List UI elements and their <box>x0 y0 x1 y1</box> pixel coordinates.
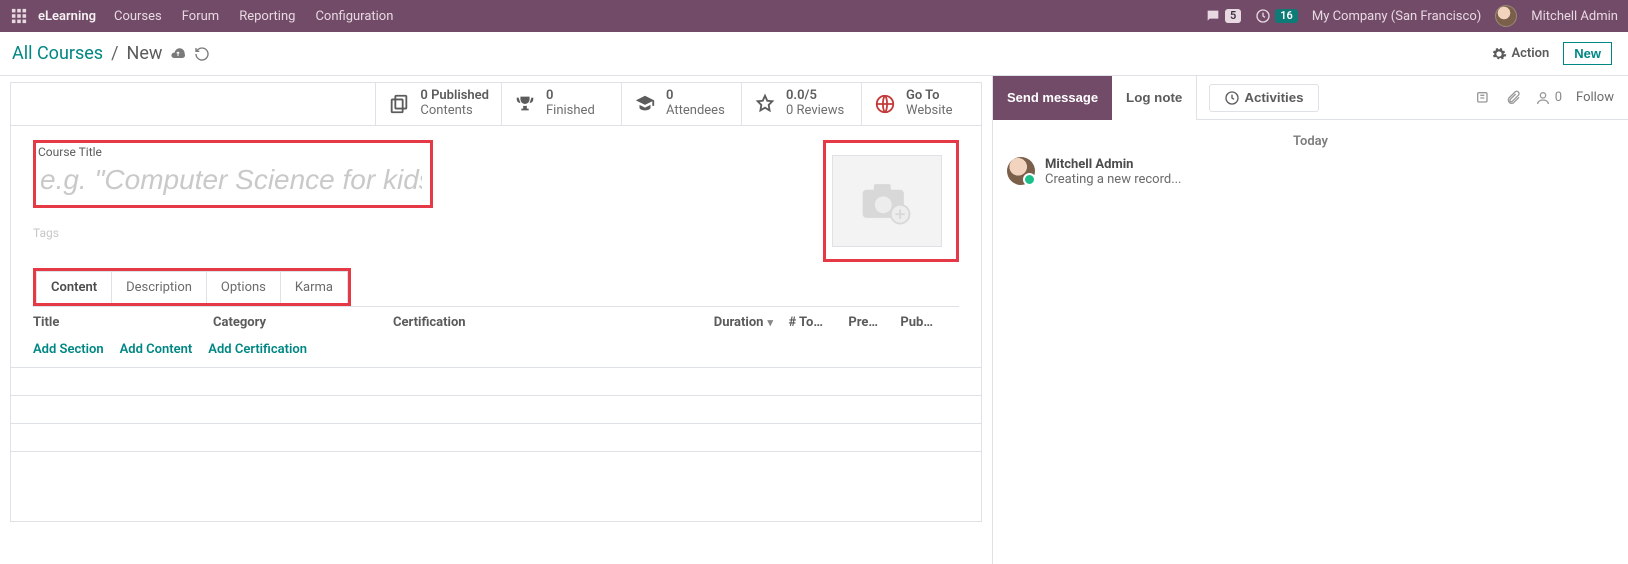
tab-options[interactable]: Options <box>207 272 281 303</box>
action-menu[interactable]: Action <box>1491 46 1549 62</box>
clock-icon <box>1255 8 1271 24</box>
trophy-icon <box>514 93 536 115</box>
log-note-button[interactable]: Log note <box>1112 76 1197 120</box>
company-switcher[interactable]: My Company (San Francisco) <box>1312 9 1481 24</box>
control-panel: All Courses / New Action New <box>0 32 1628 76</box>
chatter-toolbar: Send message Log note Activities 0 <box>993 76 1628 120</box>
menu-reporting[interactable]: Reporting <box>239 9 295 24</box>
annotation-course-image <box>823 140 959 262</box>
breadcrumb: All Courses / New <box>12 43 210 64</box>
search-messages-icon[interactable] <box>1475 90 1491 106</box>
course-title-label: Course Title <box>38 145 424 159</box>
col-publish: Pub… <box>900 315 933 330</box>
course-image-upload[interactable] <box>832 155 942 247</box>
add-section-link[interactable]: Add Section <box>33 342 104 357</box>
stat-attendees-line2: Attendees <box>666 104 725 119</box>
attachment-icon[interactable] <box>1505 90 1521 106</box>
add-content-link[interactable]: Add Content <box>120 342 193 357</box>
stat-buttons: 0 Published Contents 0 Finished <box>11 83 981 126</box>
breadcrumb-root[interactable]: All Courses <box>12 43 103 64</box>
tab-karma[interactable]: Karma <box>281 272 347 303</box>
copy-icon <box>388 93 410 115</box>
camera-plus-icon <box>857 177 917 225</box>
col-total: # To… <box>788 315 823 330</box>
star-icon <box>754 93 776 115</box>
stat-finished-line2: Finished <box>546 104 595 119</box>
action-menu-label: Action <box>1511 46 1549 61</box>
discard-icon[interactable] <box>194 46 210 62</box>
stat-published-line2: Contents <box>420 104 489 119</box>
col-certification: Certification <box>393 315 703 330</box>
avatar <box>1495 5 1517 27</box>
log-text: Creating a new record... <box>1045 172 1182 187</box>
col-duration: Duration <box>714 315 764 330</box>
activities-button[interactable]: Activities <box>1209 84 1318 112</box>
stat-reviews-line2: 0 Reviews <box>786 104 844 119</box>
course-title-input[interactable] <box>38 163 424 197</box>
form-sheet: 0 Published Contents 0 Finished <box>10 82 982 522</box>
tab-description[interactable]: Description <box>112 272 207 303</box>
stat-reviews[interactable]: 0.0/5 0 Reviews <box>741 83 861 125</box>
chatter: Send message Log note Activities 0 <box>992 76 1628 564</box>
stat-website-line2: Website <box>906 104 953 119</box>
graduation-cap-icon <box>634 93 656 115</box>
user-menu[interactable]: Mitchell Admin <box>1531 9 1618 24</box>
menu-courses[interactable]: Courses <box>114 9 162 24</box>
log-author: Mitchell Admin <box>1045 157 1182 172</box>
discuss-badge: 5 <box>1225 9 1241 23</box>
annotation-tabs: Content Description Options Karma <box>33 268 351 306</box>
stat-attendees[interactable]: 0 Attendees <box>621 83 741 125</box>
stat-reviews-line1: 0.0/5 <box>786 89 844 104</box>
stat-published-contents[interactable]: 0 Published Contents <box>375 83 501 125</box>
send-message-button[interactable]: Send message <box>993 76 1112 120</box>
gear-icon <box>1491 46 1507 62</box>
chatter-date-separator: Today <box>993 134 1628 149</box>
follow-button[interactable]: Follow <box>1576 90 1614 105</box>
stat-goto-website[interactable]: Go To Website <box>861 83 981 125</box>
col-preview: Pre… <box>848 315 878 330</box>
add-certification-link[interactable]: Add Certification <box>208 342 307 357</box>
stat-attendees-line1: 0 <box>666 89 725 104</box>
discuss-button[interactable]: 5 <box>1205 8 1241 24</box>
chevron-down-icon[interactable]: ▾ <box>767 316 773 329</box>
stat-published-line1: 0 Published <box>420 89 489 104</box>
avatar <box>1007 157 1035 185</box>
chatter-log-entry: Mitchell Admin Creating a new record... <box>993 157 1628 187</box>
stat-finished-line1: 0 <box>546 89 595 104</box>
followers-button[interactable]: 0 <box>1535 90 1562 106</box>
activities-label: Activities <box>1244 90 1303 105</box>
breadcrumb-separator: / <box>111 43 118 64</box>
tags-label[interactable]: Tags <box>33 226 799 240</box>
globe-icon <box>874 93 896 115</box>
content-add-links: Add Section Add Content Add Certificatio… <box>11 336 981 367</box>
breadcrumb-current: New <box>127 43 163 64</box>
followers-count: 0 <box>1555 90 1562 105</box>
activities-badge: 16 <box>1275 9 1298 23</box>
clock-icon <box>1224 89 1240 105</box>
annotation-course-title: Course Title <box>33 140 433 208</box>
speech-bubble-icon <box>1205 8 1221 24</box>
menu-forum[interactable]: Forum <box>182 9 219 24</box>
main-menu: Courses Forum Reporting Configuration <box>114 9 393 24</box>
col-category: Category <box>213 315 393 330</box>
apps-icon[interactable] <box>10 7 28 25</box>
tab-content[interactable]: Content <box>37 272 112 303</box>
form-tabs: Content Description Options Karma <box>36 271 348 303</box>
top-navbar: eLearning Courses Forum Reporting Config… <box>0 0 1628 32</box>
new-button[interactable]: New <box>1563 42 1612 65</box>
content-table-header: Title Category Certification Duration ▾ … <box>11 307 981 336</box>
col-title: Title <box>33 315 213 330</box>
app-title: eLearning <box>38 9 96 24</box>
activities-button[interactable]: 16 <box>1255 8 1298 24</box>
stat-website-line1: Go To <box>906 89 953 104</box>
menu-configuration[interactable]: Configuration <box>315 9 393 24</box>
save-cloud-icon[interactable] <box>170 46 186 62</box>
stat-finished[interactable]: 0 Finished <box>501 83 621 125</box>
